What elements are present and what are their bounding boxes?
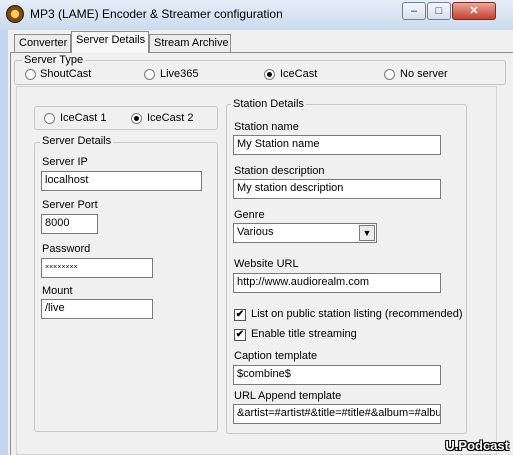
password-input[interactable]: ×××××××× (41, 258, 153, 278)
url-append-input[interactable]: &artist=#artist#&title=#title#&album=#al… (233, 404, 441, 424)
radio-shoutcast[interactable] (25, 69, 36, 80)
server-type-legend: Server Type (22, 54, 86, 66)
app-window: MP3 (LAME) Encoder & Streamer configurat… (0, 0, 513, 455)
caption-template-input[interactable]: $combine$ (233, 365, 441, 385)
url-append-label: URL Append template (234, 390, 342, 402)
server-port-label: Server Port (42, 199, 98, 211)
app-disc-icon[interactable] (6, 5, 24, 23)
caption-template-label: Caption template (234, 350, 318, 362)
station-description-label: Station description (234, 165, 325, 177)
radio-icecast-2[interactable] (131, 113, 142, 124)
radio-live365[interactable] (144, 69, 155, 80)
title-streaming-label[interactable]: Enable title streaming (251, 328, 357, 340)
title-bar[interactable]: MP3 (LAME) Encoder & Streamer configurat… (0, 0, 513, 30)
mount-input[interactable]: /live (41, 299, 153, 319)
radio-icecast[interactable] (264, 69, 275, 80)
maximize-button[interactable]: □ (427, 2, 451, 20)
list-public-checkbox[interactable]: ✔ (234, 309, 246, 321)
tab-stream-archive[interactable]: Stream Archive (149, 34, 231, 52)
radio-live365-label[interactable]: Live365 (160, 68, 199, 80)
watermark-logo: U.Podcast (445, 438, 509, 453)
station-name-label: Station name (234, 121, 299, 133)
station-name-input[interactable]: My Station name (233, 135, 441, 155)
radio-no-server[interactable] (384, 69, 395, 80)
radio-icecast-1-label[interactable]: IceCast 1 (60, 112, 106, 124)
close-button[interactable]: ✕ (452, 2, 496, 20)
website-url-label: Website URL (234, 258, 299, 270)
minimize-button[interactable]: – (402, 2, 426, 20)
radio-icecast-1[interactable] (44, 113, 55, 124)
radio-icecast-2-label[interactable]: IceCast 2 (147, 112, 193, 124)
list-public-label[interactable]: List on public station listing (recommen… (251, 308, 463, 320)
server-ip-label: Server IP (42, 156, 88, 168)
radio-shoutcast-label[interactable]: ShoutCast (40, 68, 91, 80)
genre-value: Various (237, 226, 274, 238)
server-details-legend: Server Details (40, 135, 114, 147)
tab-server-details[interactable]: Server Details (71, 31, 149, 53)
window-title: MP3 (LAME) Encoder & Streamer configurat… (30, 7, 283, 21)
tab-converter[interactable]: Converter (14, 34, 71, 52)
station-details-legend: Station Details (231, 98, 306, 110)
website-url-input[interactable]: http://www.audiorealm.com (233, 273, 441, 293)
genre-label: Genre (234, 209, 265, 221)
station-description-input[interactable]: My station description (233, 179, 441, 199)
radio-icecast-label[interactable]: IceCast (280, 68, 317, 80)
server-port-input[interactable]: 8000 (41, 214, 98, 234)
mount-label: Mount (42, 285, 73, 297)
chevron-down-icon[interactable]: ▼ (359, 225, 375, 241)
title-streaming-checkbox[interactable]: ✔ (234, 329, 246, 341)
password-label: Password (42, 243, 91, 255)
server-ip-input[interactable]: localhost (41, 171, 202, 191)
genre-select[interactable]: Various ▼ (233, 223, 377, 243)
radio-no-server-label[interactable]: No server (400, 68, 448, 80)
